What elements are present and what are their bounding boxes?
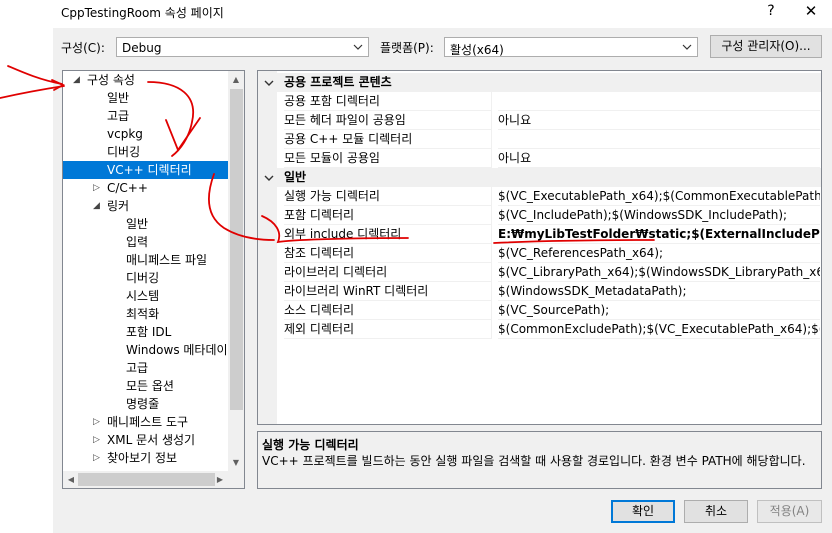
- tree-item-linker-command-line[interactable]: 명령줄: [126, 395, 159, 413]
- property-value[interactable]: $(VC_IncludePath);$(WindowsSDK_IncludePa…: [498, 206, 820, 225]
- property-row[interactable]: 모든 모듈이 공용임 아니요: [258, 149, 821, 168]
- tree-item-linker-advanced[interactable]: 고급: [126, 359, 148, 377]
- tree-item-xml-doc[interactable]: XML 문서 생성기: [107, 431, 195, 449]
- property-row[interactable]: 공용 포함 디렉터리: [258, 92, 821, 111]
- scroll-down-icon[interactable]: ▼: [228, 455, 244, 471]
- config-combo[interactable]: Debug: [116, 37, 369, 57]
- platform-value: 활성(x64): [450, 43, 504, 57]
- cancel-button[interactable]: 취소: [684, 500, 748, 523]
- property-row[interactable]: 외부 include 디렉터리 E:₩myLibTestFolder₩static…: [258, 225, 821, 244]
- tree-item-manifest-tool[interactable]: 매니페스트 도구: [107, 413, 188, 431]
- tree-hscroll-thumb[interactable]: [78, 473, 215, 486]
- property-value[interactable]: E:₩myLibTestFolder₩static;$(ExternalIncl…: [498, 225, 820, 244]
- property-value[interactable]: $(VC_ReferencesPath_x64);: [498, 244, 820, 263]
- description-text: VC++ 프로젝트를 빌드하는 동안 실행 파일을 검색할 때 사용할 경로입니…: [262, 454, 806, 468]
- apply-button[interactable]: 적용(A): [757, 500, 822, 523]
- tree-item-linker-windows-metadata[interactable]: Windows 메타데이: [126, 341, 228, 359]
- property-name: 참조 디렉터리: [284, 244, 492, 263]
- property-name: 공용 C++ 모듈 디렉터리: [284, 130, 492, 149]
- property-name: 제외 디렉터리: [284, 320, 492, 339]
- property-name: 모든 헤더 파일이 공용임: [284, 111, 492, 130]
- scroll-left-icon[interactable]: ◀: [63, 472, 79, 488]
- tree-item-general[interactable]: 일반: [107, 89, 129, 107]
- property-value[interactable]: $(CommonExcludePath);$(VC_ExecutablePath…: [498, 320, 820, 339]
- tree-item-linker-general[interactable]: 일반: [126, 215, 148, 233]
- property-tree[interactable]: ◢ 구성 속성 일반 고급 vcpkg 디버깅 VC++ 디렉터리 ▷ C/C+…: [62, 70, 245, 489]
- scroll-up-icon[interactable]: ▲: [228, 72, 244, 88]
- config-value: Debug: [122, 41, 162, 55]
- property-value[interactable]: $(VC_LibraryPath_x64);$(WindowsSDK_Libra…: [498, 263, 820, 282]
- tree-item-linker[interactable]: 링커: [107, 197, 129, 215]
- property-value[interactable]: 아니요: [498, 149, 820, 168]
- description-title: 실행 가능 디렉터리: [262, 438, 359, 452]
- property-row[interactable]: 포함 디렉터리 $(VC_IncludePath);$(WindowsSDK_In…: [258, 206, 821, 225]
- collapsed-triangle-icon[interactable]: ▷: [93, 453, 100, 463]
- category-label: 공용 프로젝트 콘텐츠: [284, 75, 392, 89]
- chevron-down-icon[interactable]: [264, 174, 274, 182]
- window-title: CppTestingRoom 속성 페이지: [61, 6, 224, 20]
- property-name: 공용 포함 디렉터리: [284, 92, 492, 111]
- property-value[interactable]: 아니요: [498, 111, 820, 130]
- tree-item-browse-info[interactable]: 찾아보기 정보: [107, 449, 177, 467]
- property-name: 라이브러리 디렉터리: [284, 263, 492, 282]
- property-row[interactable]: 실행 가능 디렉터리 $(VC_ExecutablePath_x64);$(Com…: [258, 187, 821, 206]
- platform-label: 플랫폼(P):: [380, 41, 434, 55]
- property-grid: 공용 프로젝트 콘텐츠 공용 포함 디렉터리 모든 헤더 파일이 공용임 아니요 …: [257, 70, 822, 425]
- config-label: 구성(C):: [61, 41, 105, 55]
- close-button[interactable]: ✕: [796, 0, 826, 26]
- property-value[interactable]: [498, 92, 820, 111]
- chevron-down-icon: [353, 44, 363, 50]
- property-row[interactable]: 참조 디렉터리 $(VC_ReferencesPath_x64);: [258, 244, 821, 263]
- property-row[interactable]: 모든 헤더 파일이 공용임 아니요: [258, 111, 821, 130]
- property-name: 포함 디렉터리: [284, 206, 492, 225]
- collapsed-triangle-icon[interactable]: ▷: [93, 417, 100, 427]
- property-row[interactable]: 라이브러리 디렉터리 $(VC_LibraryPath_x64);$(Window…: [258, 263, 821, 282]
- tree-item-linker-debugging[interactable]: 디버깅: [126, 269, 159, 287]
- category-general[interactable]: 일반: [258, 168, 821, 187]
- property-row[interactable]: 공용 C++ 모듈 디렉터리: [258, 130, 821, 149]
- property-name: 모든 모듈이 공용임: [284, 149, 492, 168]
- property-name: 소스 디렉터리: [284, 301, 492, 320]
- property-row[interactable]: 라이브러리 WinRT 디렉터리 $(WindowsSDK_MetadataPat…: [258, 282, 821, 301]
- chevron-down-icon: [682, 44, 692, 50]
- property-row[interactable]: 소스 디렉터리 $(VC_SourcePath);: [258, 301, 821, 320]
- property-value[interactable]: $(VC_SourcePath);: [498, 301, 820, 320]
- tree-item-c-cpp[interactable]: C/C++: [107, 179, 148, 197]
- property-value[interactable]: [498, 130, 820, 149]
- tree-item-linker-all-options[interactable]: 모든 옵션: [126, 377, 174, 395]
- collapsed-triangle-icon[interactable]: ▷: [93, 435, 100, 445]
- category-label: 일반: [284, 170, 307, 184]
- tree-item-linker-manifest[interactable]: 매니페스트 파일: [126, 251, 207, 269]
- help-button[interactable]: ?: [757, 0, 785, 26]
- tree-item-linker-input[interactable]: 입력: [126, 233, 148, 251]
- tree-item-linker-idl[interactable]: 포함 IDL: [126, 323, 171, 341]
- collapsed-triangle-icon[interactable]: ▷: [93, 183, 100, 193]
- ok-button[interactable]: 확인: [611, 500, 675, 523]
- tree-item-vcpkg[interactable]: vcpkg: [107, 125, 143, 143]
- property-name: 외부 include 디렉터리: [284, 225, 492, 244]
- config-manager-button[interactable]: 구성 관리자(O)...: [710, 35, 822, 58]
- expanded-triangle-icon[interactable]: ◢: [93, 201, 100, 211]
- tree-item-linker-optimization[interactable]: 최적화: [126, 305, 159, 323]
- tree-item-vc-directories[interactable]: VC++ 디렉터리: [63, 161, 229, 179]
- tree-scroll-thumb[interactable]: [230, 89, 243, 410]
- tree-item-root[interactable]: 구성 속성: [87, 71, 135, 89]
- expanded-triangle-icon[interactable]: ◢: [73, 75, 80, 85]
- platform-combo[interactable]: 활성(x64): [444, 37, 698, 57]
- tree-item-debugging[interactable]: 디버깅: [107, 143, 140, 161]
- tree-item-advanced[interactable]: 고급: [107, 107, 129, 125]
- tree-item-linker-system[interactable]: 시스템: [126, 287, 159, 305]
- property-name: 라이브러리 WinRT 디렉터리: [284, 282, 492, 301]
- property-value[interactable]: $(VC_ExecutablePath_x64);$(CommonExecuta…: [498, 187, 820, 206]
- property-value[interactable]: $(WindowsSDK_MetadataPath);: [498, 282, 820, 301]
- category-shared-content[interactable]: 공용 프로젝트 콘텐츠: [258, 73, 821, 92]
- property-row[interactable]: 제외 디렉터리 $(CommonExcludePath);$(VC_Executa…: [258, 320, 821, 339]
- scroll-right-icon[interactable]: ▶: [212, 472, 228, 488]
- property-name: 실행 가능 디렉터리: [284, 187, 492, 206]
- chevron-down-icon[interactable]: [264, 79, 274, 87]
